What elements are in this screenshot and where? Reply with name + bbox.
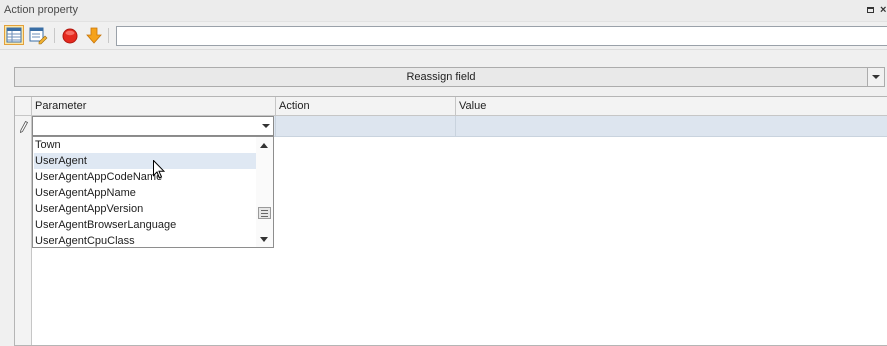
scroll-down-icon[interactable]	[260, 237, 268, 242]
row-indicator-column	[15, 97, 32, 345]
cell-action[interactable]	[276, 116, 456, 136]
list-item[interactable]: UserAgentAppCodeName	[34, 169, 256, 185]
action-type-label: Reassign field	[406, 71, 476, 83]
toolbar	[0, 23, 887, 49]
parameter-combo-editor[interactable]	[32, 116, 274, 136]
column-header-value[interactable]: Value	[456, 97, 887, 115]
chevron-down-icon[interactable]	[867, 68, 884, 86]
list-item-hovered[interactable]: UserAgent	[34, 153, 256, 169]
action-type-dropdown[interactable]: Reassign field	[14, 67, 885, 87]
list-item[interactable]: Town	[34, 137, 256, 153]
grid-header: Parameter Action Value	[15, 97, 887, 116]
cell-value[interactable]	[456, 116, 887, 136]
grid-view-icon[interactable]	[4, 25, 24, 45]
parameter-dropdown-list[interactable]: Town UserAgent UserAgentAppCodeName User…	[32, 136, 274, 248]
column-header-action[interactable]: Action	[276, 97, 456, 115]
list-item[interactable]: UserAgentBrowserLanguage	[34, 217, 256, 233]
stop-icon[interactable]	[60, 25, 80, 45]
move-down-icon[interactable]	[84, 25, 104, 45]
indicator-header	[15, 97, 32, 115]
column-header-parameter[interactable]: Parameter	[32, 97, 276, 115]
list-item[interactable]: UserAgentCpuClass	[34, 233, 256, 249]
close-icon[interactable]: ×	[880, 5, 887, 16]
toolbar-separator	[54, 28, 55, 43]
pencil-icon	[20, 120, 29, 134]
vertical-scrollbar[interactable]	[256, 137, 273, 247]
list-item[interactable]: UserAgentAppName	[34, 185, 256, 201]
title-bar: Action property ×	[0, 0, 887, 22]
chevron-down-icon[interactable]	[258, 117, 273, 135]
panel-title: Action property	[4, 4, 78, 16]
edit-list-icon[interactable]	[28, 25, 48, 45]
toolbar-divider	[0, 49, 887, 50]
restore-icon[interactable]	[866, 5, 876, 15]
toolbar-separator	[108, 28, 109, 43]
mouse-cursor-icon	[153, 159, 166, 180]
scroll-thumb[interactable]	[258, 207, 271, 219]
scroll-up-icon[interactable]	[260, 143, 268, 148]
toolbar-text-field[interactable]	[116, 26, 887, 46]
list-item[interactable]: UserAgentAppVersion	[34, 201, 256, 217]
